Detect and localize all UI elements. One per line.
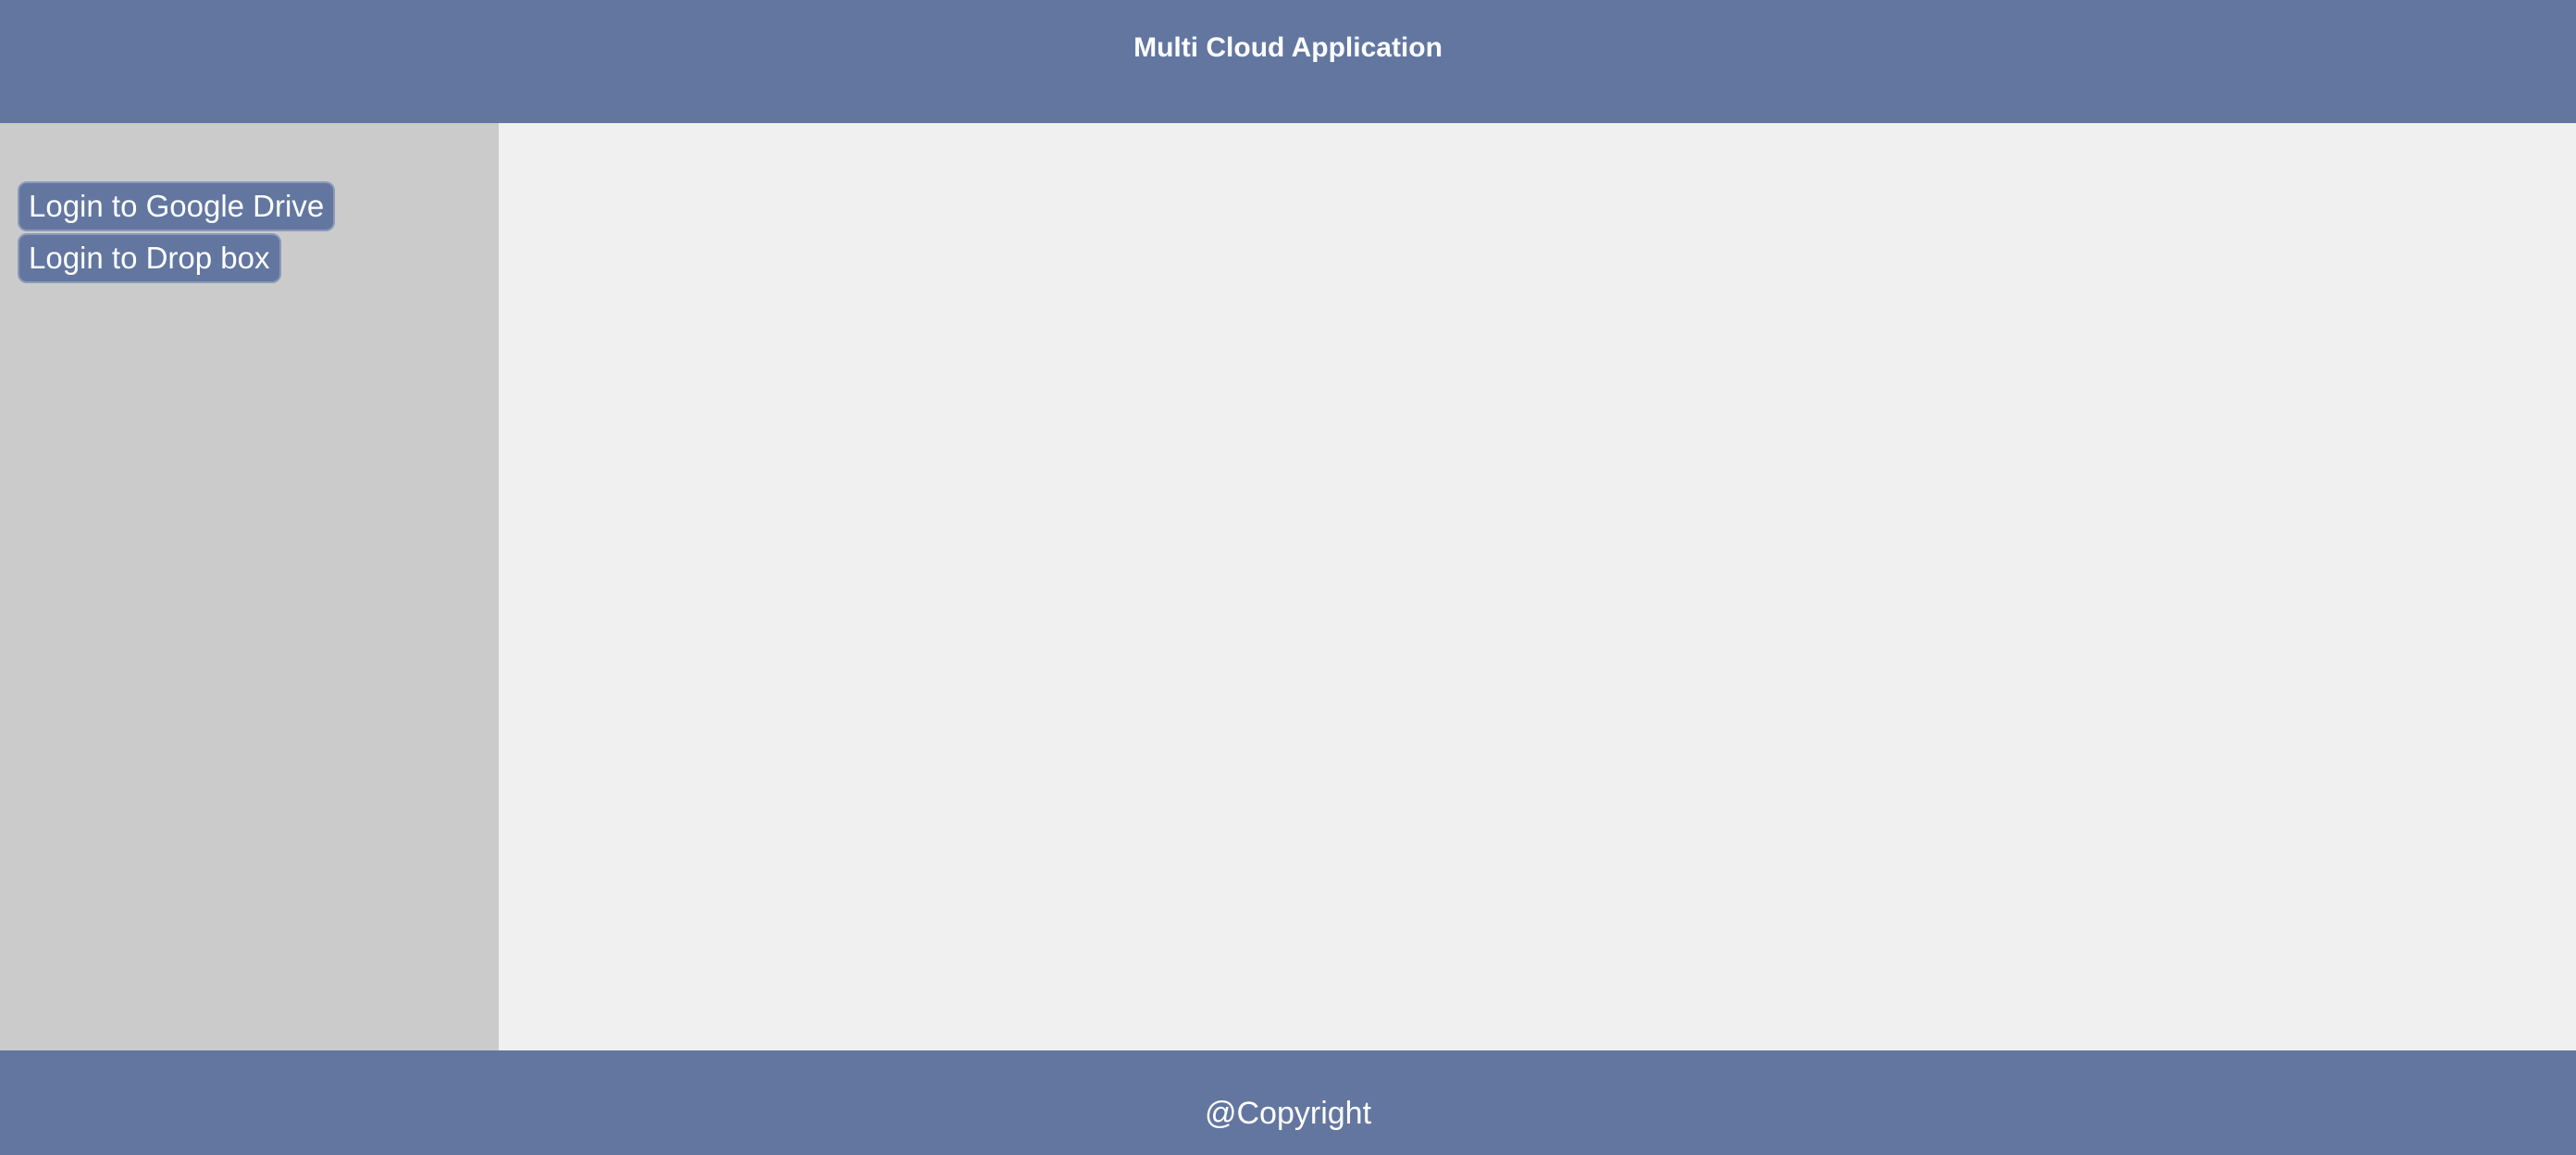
main-content-area: [499, 123, 2576, 1050]
copyright-text: @Copyright: [1204, 1096, 1372, 1131]
login-dropbox-button[interactable]: Login to Drop box: [18, 233, 281, 283]
sidebar: Login to Google Drive Login to Drop box: [0, 123, 499, 1050]
login-google-drive-button[interactable]: Login to Google Drive: [18, 181, 336, 231]
app-title: Multi Cloud Application: [1133, 32, 1443, 63]
app-header: Multi Cloud Application: [0, 0, 2576, 123]
app-footer: @Copyright: [0, 1050, 2576, 1155]
